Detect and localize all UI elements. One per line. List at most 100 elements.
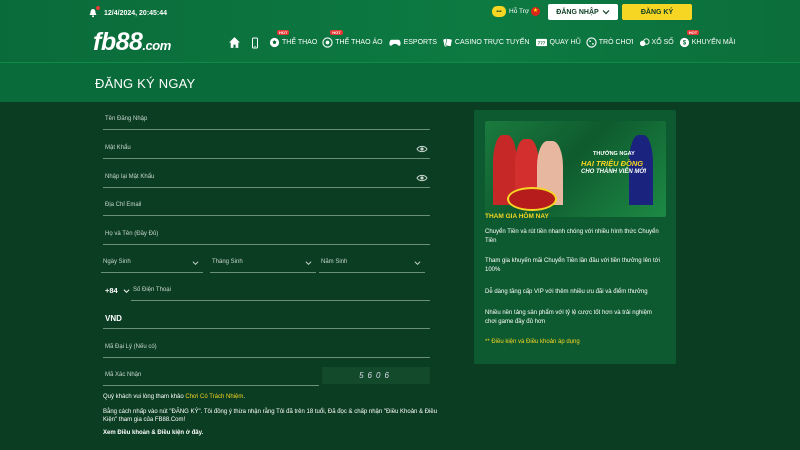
phone-code-value: +84: [105, 286, 118, 295]
lottery-icon: [639, 38, 650, 47]
page-title-bar: ĐĂNG KÝ NGAY: [0, 62, 800, 102]
slot-icon: 777: [535, 38, 547, 47]
soccer-ball-icon: [269, 37, 280, 48]
email-field[interactable]: Địa Chỉ Email: [103, 200, 430, 216]
promo-terms-link[interactable]: ** Điều kiện và Điều khoản áp dụng: [485, 339, 580, 345]
captcha-input[interactable]: Mã Xác Nhận: [103, 370, 319, 386]
email-placeholder: Địa Chỉ Email: [105, 202, 142, 208]
eye-icon[interactable]: [416, 144, 428, 154]
confirm-password-placeholder: Nhập lại Mật Khẩu: [105, 174, 155, 180]
register-label: ĐĂNG KÝ: [640, 8, 674, 16]
page-title: ĐĂNG KÝ NGAY: [95, 76, 196, 91]
nav-item-slots[interactable]: 777 QUAY HŨ: [535, 37, 581, 48]
chevron-down-icon: [192, 261, 199, 266]
vietnam-flag-icon[interactable]: ★: [531, 7, 540, 16]
password-field[interactable]: Mật Khẩu: [103, 143, 430, 159]
nav-label: ESPORTS: [403, 39, 437, 46]
nav-label: KHUYẾN MÃI: [691, 39, 736, 46]
datetime-text: 12/4/2024, 20:45:44: [104, 9, 168, 17]
promo-text-4: Nhiều nền tảng sản phẩm với tỷ lệ cược t…: [485, 310, 652, 325]
phone-code-select[interactable]: +84: [103, 285, 130, 301]
mobile-icon[interactable]: [249, 37, 263, 49]
terms-link[interactable]: Xem Điều khoản & Điều kiện ở đây.: [103, 429, 203, 437]
dob-month-label: Tháng Sinh: [212, 259, 243, 265]
nav-label: TRÒ CHƠI: [598, 39, 634, 46]
home-icon[interactable]: [228, 36, 243, 49]
dob-day-label: Ngày Sinh: [103, 259, 131, 265]
fullname-field[interactable]: Họ và Tên (Đầy Đủ): [103, 229, 430, 245]
nav-item-esports[interactable]: ESPORTS: [388, 37, 437, 48]
captcha-placeholder: Mã Xác Nhận: [105, 372, 142, 378]
banner-line3: CHO THÀNH VIÊN MỚI: [581, 169, 647, 175]
cards-icon: [443, 38, 453, 47]
banner-line1: THƯỞNG NGAY: [593, 151, 635, 157]
nav-label: QUAY HŨ: [549, 39, 581, 46]
support-label: Hỗ Trợ: [509, 8, 530, 15]
fb88-logo[interactable]: fb88.com: [93, 28, 171, 57]
phone-field[interactable]: Số Điện Thoại: [131, 285, 430, 301]
datetime-display: 12/4/2024, 20:45:44: [88, 6, 168, 18]
note1-end: .: [243, 394, 246, 400]
chevron-down-icon: [602, 10, 610, 15]
terms-agreement-note: Bằng cách nhấp vào nút "ĐĂNG KÝ". Tôi đồ…: [103, 409, 438, 423]
responsible-gaming-link[interactable]: Chơi Có Trách Nhiệm: [185, 394, 243, 400]
nav-label: THỂ THAO: [282, 39, 318, 46]
promo-text-3: Dễ dàng tăng cấp VIP với thêm nhiều ưu đ…: [485, 289, 648, 295]
support-link[interactable]: ••• Hỗ Trợ: [492, 6, 529, 17]
gift-icon: $: [679, 37, 689, 48]
banner-line2: HAI TRIỆU ĐỒNG: [581, 159, 644, 168]
virtual-sports-icon: [322, 37, 333, 48]
gamepad-icon: [389, 39, 401, 46]
hot-badge: HOT: [330, 30, 343, 35]
dob-year-label: Năm Sinh: [321, 259, 348, 265]
chevron-down-icon: [123, 289, 130, 294]
dob-year-select[interactable]: Năm Sinh: [319, 257, 425, 273]
nav-item-promotions[interactable]: HOT $ KHUYẾN MÃI: [679, 30, 736, 48]
promo-banner[interactable]: THƯỞNG NGAY HAI TRIỆU ĐỒNG CHO THÀNH VIÊ…: [485, 121, 666, 217]
username-placeholder: Tên Đăng Nhập: [105, 116, 148, 122]
note1-text: Quý khách vui lòng tham khảo: [103, 394, 186, 400]
logo-suffix-text: .com: [142, 38, 171, 53]
chevron-down-icon: [414, 261, 421, 266]
nav-item-lottery[interactable]: XỔ SỐ: [639, 37, 674, 48]
password-placeholder: Mật Khẩu: [105, 145, 131, 151]
chevron-down-icon: [305, 261, 312, 266]
register-button[interactable]: ĐĂNG KÝ: [622, 4, 692, 20]
currency-value: VND: [105, 314, 122, 323]
dice-icon: [586, 37, 597, 48]
promo-panel: THƯỞNG NGAY HAI TRIỆU ĐỒNG CHO THÀNH VIÊ…: [474, 110, 676, 364]
eye-icon[interactable]: [416, 173, 428, 183]
nav-label: THỂ THAO ẢO: [335, 39, 383, 46]
nav-label: XỔ SỐ: [651, 39, 674, 46]
currency-select[interactable]: VND: [103, 313, 430, 329]
promo-text-1: Chuyển Tiền và rút tiền nhanh chóng với …: [485, 229, 659, 244]
phone-placeholder: Số Điện Thoại: [133, 287, 171, 293]
promo-text-2: Tham gia khuyến mãi Chuyển Tiền lần đầu …: [485, 258, 660, 273]
agent-code-field[interactable]: Mã Đại Lý (Nếu có): [103, 342, 430, 358]
roulette-icon: [507, 187, 557, 211]
nav-item-sports[interactable]: HOT THỂ THAO: [269, 30, 318, 48]
nav-item-virtual-sports[interactable]: HOT THỂ THAO ẢO: [322, 30, 383, 48]
top-header: 12/4/2024, 20:45:44 fb88.com ••• Hỗ Trợ …: [0, 0, 800, 62]
login-label: ĐĂNG NHẬP: [556, 8, 599, 16]
bell-icon[interactable]: [88, 6, 100, 18]
responsible-gaming-note: Quý khách vui lòng tham khảo Chơi Có Trá…: [103, 393, 245, 401]
dob-day-select[interactable]: Ngày Sinh: [101, 257, 203, 273]
nav-item-games[interactable]: TRÒ CHƠI: [586, 37, 634, 48]
logo-main-text: fb88: [93, 28, 143, 56]
fullname-placeholder: Họ và Tên (Đầy Đủ): [105, 231, 159, 237]
dob-month-select[interactable]: Tháng Sinh: [210, 257, 316, 273]
promo-heading: THAM GIA HÔM NAY: [485, 213, 549, 220]
captcha-image[interactable]: 5606: [322, 367, 430, 384]
hot-badge: HOT: [277, 30, 290, 35]
nav-item-casino[interactable]: CASINO TRỰC TUYẾN: [442, 37, 530, 48]
hot-badge: HOT: [686, 30, 700, 35]
login-button[interactable]: ĐĂNG NHẬP: [548, 4, 618, 20]
captcha-code: 5606: [359, 371, 393, 380]
agent-code-placeholder: Mã Đại Lý (Nếu có): [105, 344, 157, 350]
confirm-password-field[interactable]: Nhập lại Mật Khẩu: [103, 172, 430, 188]
main-nav: HOT THỂ THAO HOT THỂ THAO ẢO ESPORTS CAS…: [228, 30, 740, 49]
chat-bubble-icon: •••: [492, 6, 506, 17]
svg-text:777: 777: [537, 41, 545, 46]
username-field[interactable]: Tên Đăng Nhập: [103, 114, 430, 130]
